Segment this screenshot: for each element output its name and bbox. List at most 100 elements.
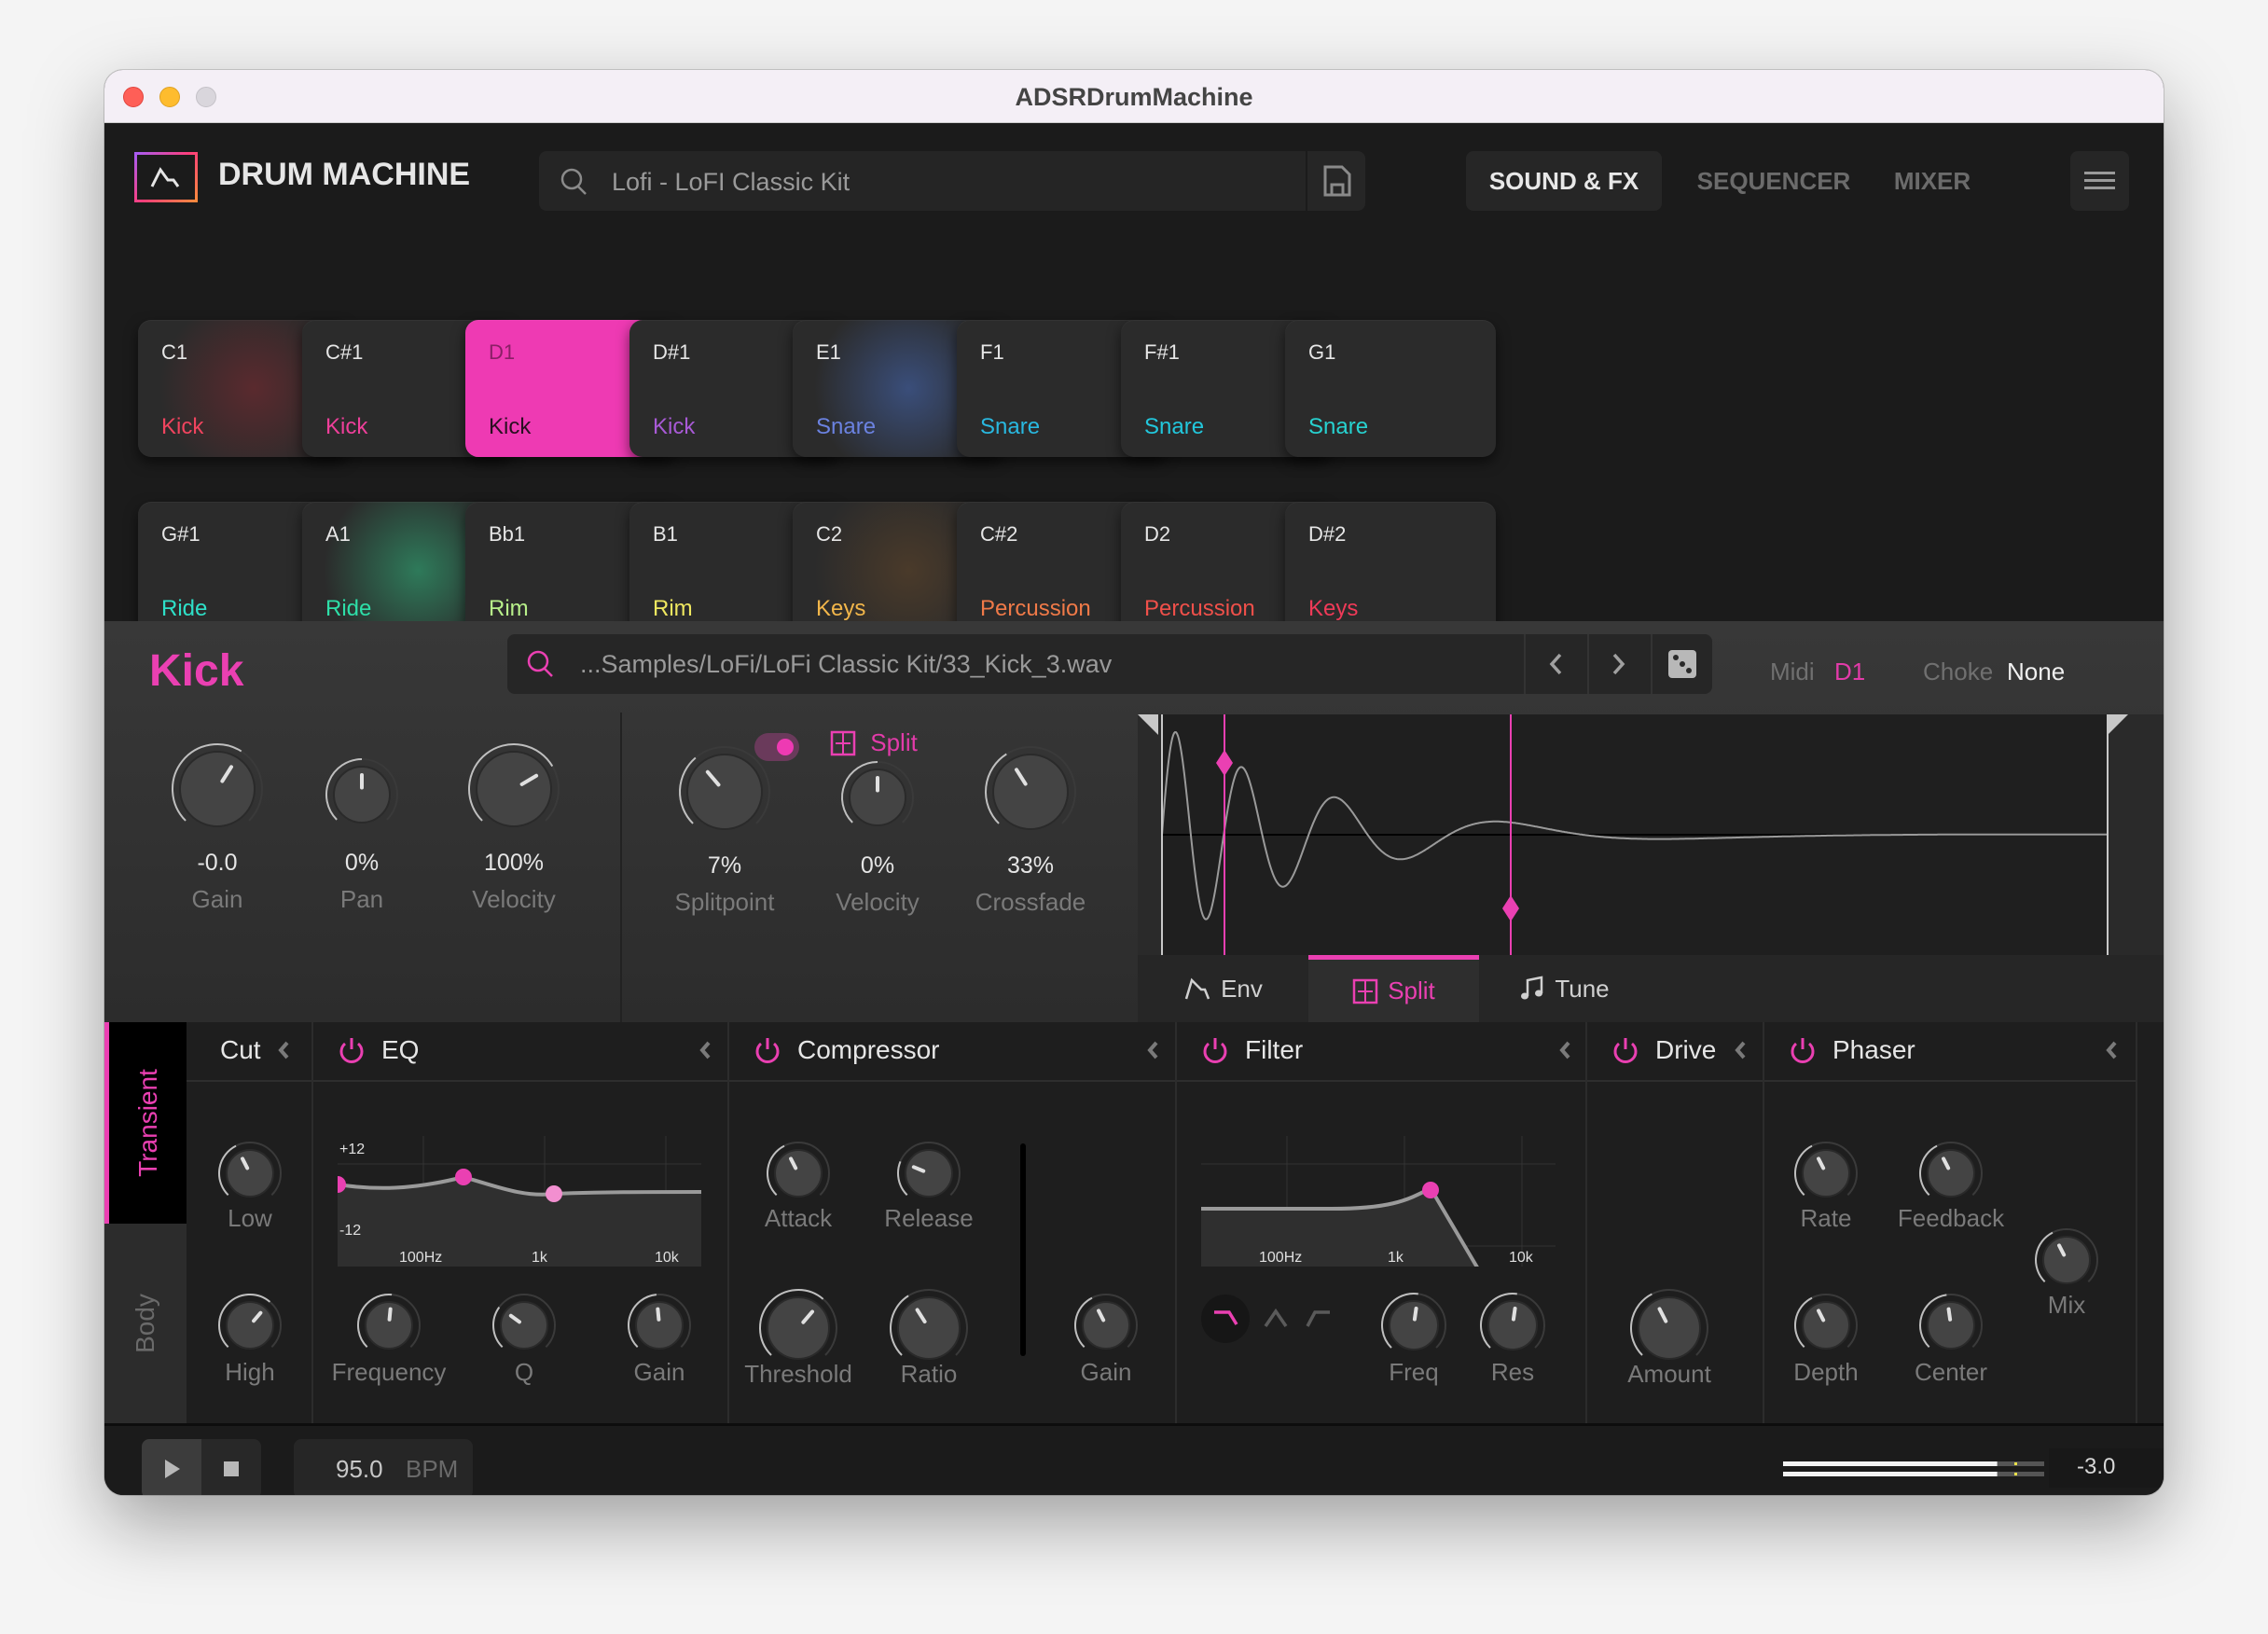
chevron-left-icon[interactable] xyxy=(1145,1039,1160,1061)
pad-note: D#1 xyxy=(653,340,691,364)
tab-env-label: Env xyxy=(1221,974,1263,1003)
knob-label: Gain xyxy=(191,885,243,913)
cut-low-knob[interactable] xyxy=(215,1139,284,1208)
tab-transient[interactable]: Transient xyxy=(104,1022,187,1224)
start-hatch xyxy=(1138,714,1162,955)
sample-path-input[interactable]: ...Samples/LoFi/LoFi Classic Kit/33_Kick… xyxy=(507,634,1712,694)
pad-label: Snare xyxy=(816,414,877,439)
choke-group-value[interactable]: None xyxy=(2007,658,2065,686)
effects-section: Transient Body Cut EQ +12 -12 100Hz 1k 1… xyxy=(104,1022,2164,1423)
meter-level-1 xyxy=(1783,1461,1998,1466)
chevron-left-icon[interactable] xyxy=(1733,1039,1748,1061)
eq-frequency-knob[interactable] xyxy=(354,1291,423,1360)
tab-split[interactable]: Split xyxy=(1308,955,1479,1022)
sample-name: Kick xyxy=(149,646,244,696)
chevron-left-icon[interactable] xyxy=(698,1039,712,1061)
pad-note: E1 xyxy=(816,340,841,364)
pad-label: Keys xyxy=(816,596,866,621)
bpm-field[interactable]: 95.0 BPM xyxy=(294,1439,473,1495)
filter-fill xyxy=(1201,1188,1501,1309)
music-note-icon xyxy=(1521,976,1543,1000)
knob-value: 0% xyxy=(344,850,380,876)
main-velocity-knob[interactable] xyxy=(465,741,562,838)
phaser-depth-knob[interactable] xyxy=(1791,1291,1860,1360)
split-crossfade-knob[interactable] xyxy=(982,743,1079,840)
random-sample-button[interactable] xyxy=(1651,634,1712,694)
filter-freq-knob[interactable] xyxy=(1378,1290,1449,1361)
phaser-center-knob[interactable] xyxy=(1916,1291,1985,1360)
drum-pad-dsharp2[interactable]: D#2 Keys xyxy=(1285,502,1496,639)
chevron-left-icon[interactable] xyxy=(1557,1039,1572,1061)
power-icon[interactable] xyxy=(1201,1035,1229,1065)
filter-title: Filter xyxy=(1245,1035,1304,1064)
comp-release-knob[interactable] xyxy=(894,1139,963,1208)
highpass-icon[interactable] xyxy=(1306,1308,1332,1328)
app-header: DRUM MACHINE Lofi - LoFI Classic Kit SOU… xyxy=(104,123,2164,241)
split-splitpoint-knob[interactable] xyxy=(676,743,773,840)
main-pan-knob[interactable] xyxy=(323,755,401,834)
eq-q-knob[interactable] xyxy=(490,1291,559,1360)
pad-note: A1 xyxy=(325,522,351,546)
eq-ymin-label: -12 xyxy=(339,1223,362,1239)
tab-tune[interactable]: Tune xyxy=(1479,955,1650,1022)
cut-high-knob[interactable] xyxy=(215,1291,284,1360)
midi-note-value[interactable]: D1 xyxy=(1834,658,1865,686)
output-level-meter[interactable] xyxy=(1783,1458,2049,1480)
main-gain-knob[interactable] xyxy=(169,741,266,838)
eq-band-3[interactable] xyxy=(546,1185,562,1202)
dice-icon xyxy=(1668,650,1696,678)
power-icon[interactable] xyxy=(338,1035,366,1065)
filter-graph[interactable]: 100Hz 1k 10k xyxy=(1201,1136,1556,1310)
eq-xtick: 10k xyxy=(655,1250,679,1266)
next-sample-button[interactable] xyxy=(1587,634,1649,694)
lowpass-button[interactable] xyxy=(1201,1295,1250,1343)
power-icon[interactable] xyxy=(754,1035,781,1065)
phaser-rate-knob[interactable] xyxy=(1791,1139,1860,1208)
pad-note: C1 xyxy=(161,340,188,364)
eq-gain-knob[interactable] xyxy=(625,1291,694,1360)
kit-search-input[interactable]: Lofi - LoFI Classic Kit xyxy=(539,151,1341,211)
filter-res-knob[interactable] xyxy=(1477,1290,1548,1361)
save-button[interactable] xyxy=(1306,151,1365,211)
pad-label: Kick xyxy=(161,414,204,439)
comp-gain-knob[interactable] xyxy=(1072,1291,1141,1360)
comp-threshold-knob[interactable] xyxy=(756,1286,840,1370)
eq-curve xyxy=(329,1136,702,1267)
drive-amount-knob[interactable] xyxy=(1627,1286,1711,1370)
master-volume-field[interactable]: -3.0 xyxy=(2049,1448,2164,1488)
eq-band-2[interactable] xyxy=(455,1169,472,1185)
menu-button[interactable] xyxy=(2070,151,2129,211)
knob-label: Amount xyxy=(1627,1360,1711,1388)
phaser-mix-knob[interactable] xyxy=(2032,1226,2101,1295)
comp-attack-knob[interactable] xyxy=(764,1139,833,1208)
power-icon[interactable] xyxy=(1611,1035,1639,1065)
stop-button[interactable] xyxy=(201,1439,261,1495)
waveform-line xyxy=(1161,730,2108,921)
chevron-left-icon[interactable] xyxy=(276,1039,291,1061)
tab-body-label: Body xyxy=(130,1294,159,1353)
split-velocity-knob[interactable] xyxy=(838,758,917,837)
filter-cutoff-handle[interactable] xyxy=(1422,1182,1439,1198)
drum-pad-g1[interactable]: G1 Snare xyxy=(1285,320,1496,457)
sample-section: Kick ...Samples/LoFi/LoFi Classic Kit/33… xyxy=(104,621,2164,1022)
bandpass-icon[interactable] xyxy=(1263,1308,1289,1328)
app-logo xyxy=(134,152,198,202)
knob-value: 100% xyxy=(484,850,544,876)
tab-env[interactable]: Env xyxy=(1138,955,1308,1022)
cut-title: Cut xyxy=(220,1035,261,1064)
previous-sample-button[interactable] xyxy=(1524,634,1585,694)
tab-body[interactable]: Body xyxy=(104,1224,187,1423)
tab-tune-label: Tune xyxy=(1555,974,1610,1003)
chevron-left-icon[interactable] xyxy=(2104,1039,2119,1061)
bpm-value: 95.0 xyxy=(336,1455,383,1483)
phaser-feedback-knob[interactable] xyxy=(1916,1139,1985,1208)
tab-sound-fx[interactable]: SOUND & FX xyxy=(1466,151,1662,211)
meter-peak-1 xyxy=(2014,1462,2017,1465)
play-button[interactable] xyxy=(142,1439,201,1495)
tab-mixer[interactable]: MIXER xyxy=(1876,151,1988,211)
comp-ratio-knob[interactable] xyxy=(887,1286,971,1370)
tab-sequencer[interactable]: SEQUENCER xyxy=(1690,151,1858,211)
waveform-display[interactable] xyxy=(1138,714,2164,955)
eq-graph[interactable]: +12 -12 100Hz 1k 10k xyxy=(329,1136,702,1267)
power-icon[interactable] xyxy=(1789,1035,1817,1065)
